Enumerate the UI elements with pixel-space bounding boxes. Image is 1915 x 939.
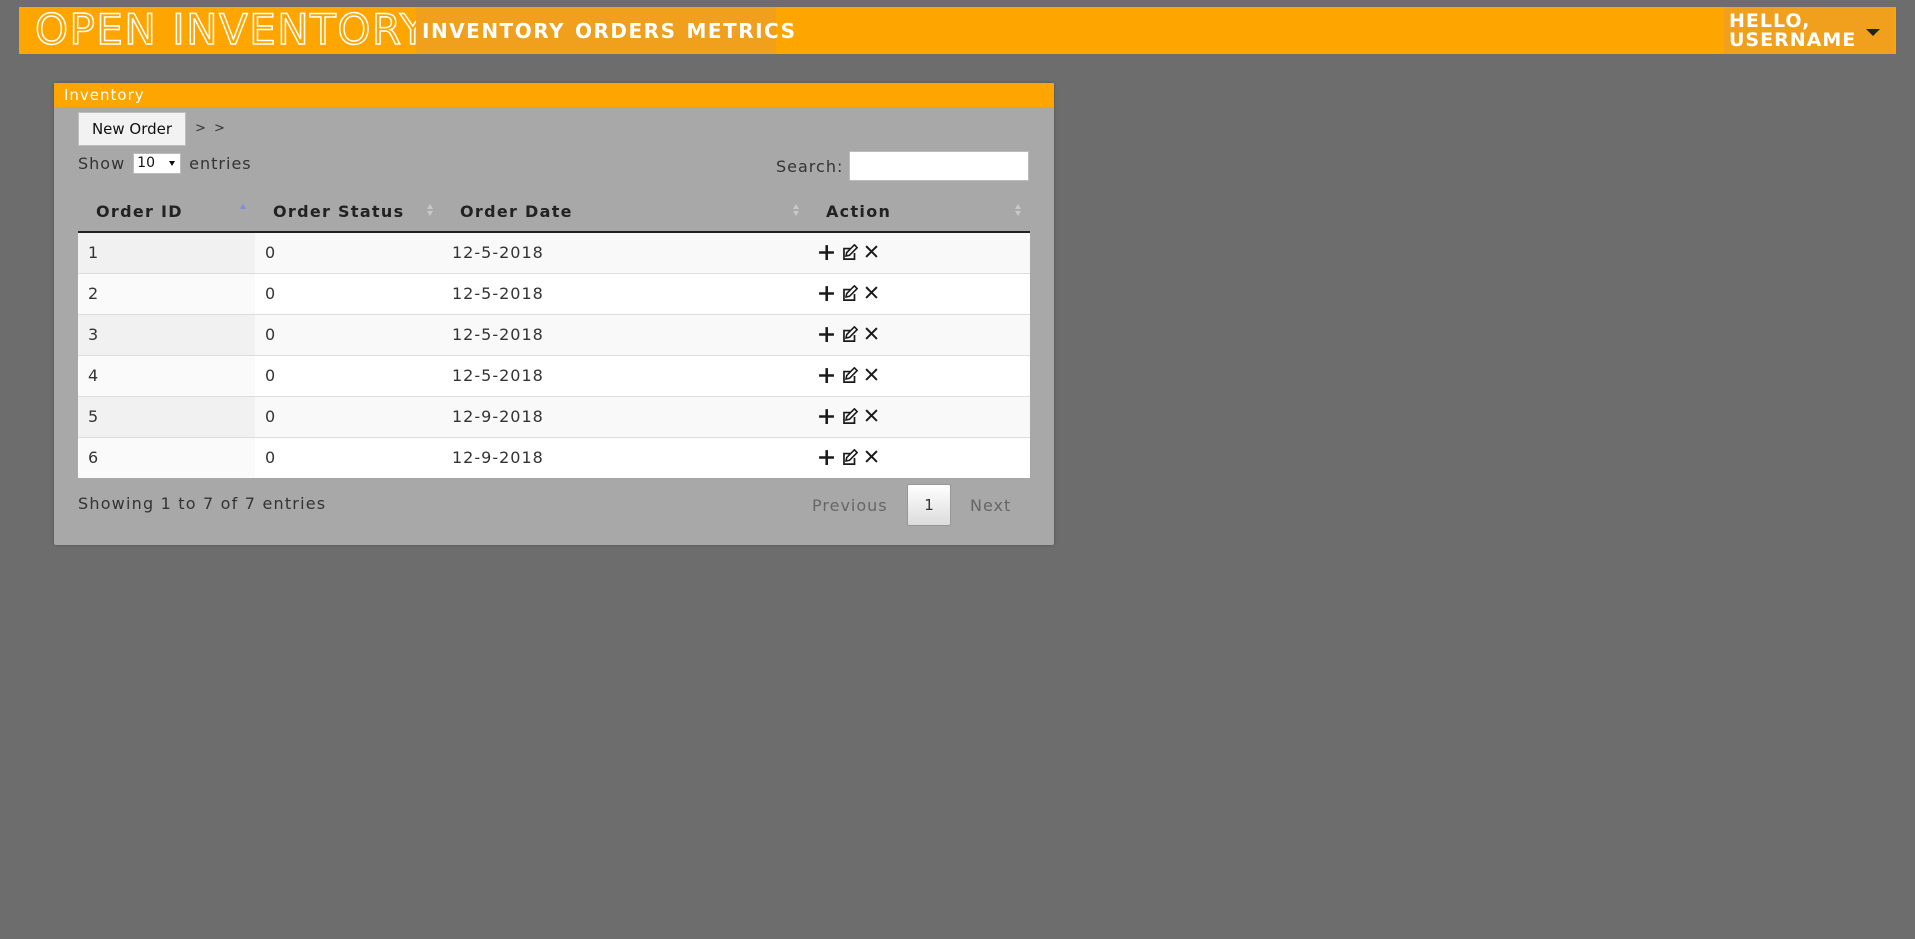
pagination-previous[interactable]: Previous [812,496,888,515]
cell-actions [808,272,1030,314]
cell-order-date: 12-5-2018 [442,313,808,355]
cell-actions [808,395,1030,437]
pagination-next[interactable]: Next [970,496,1011,515]
sort-ascending-icon [240,204,247,218]
column-header-label: Order ID [96,201,183,221]
user-greeting: HELLO, USERNAME [1729,12,1856,50]
close-icon[interactable] [864,449,881,466]
cell-order-date: 12-9-2018 [442,395,808,437]
edit-icon[interactable] [841,407,859,425]
close-icon[interactable] [864,408,881,425]
new-order-button[interactable]: New Order [78,112,186,146]
column-header-label: Order Date [460,201,573,221]
cell-order-date: 12-5-2018 [442,272,808,314]
close-icon[interactable] [864,244,881,261]
table-row: 5 0 12-9-2018 [78,395,1030,437]
column-header-action[interactable]: Action [808,191,1030,233]
select-caret-icon [169,161,176,166]
cell-order-id: 4 [78,354,255,396]
table-info: Showing 1 to 7 of 7 entries [78,494,327,513]
user-menu[interactable]: HELLO, USERNAME [1724,7,1894,54]
sort-icon [793,204,800,218]
panel-title: Inventory [54,83,1054,107]
table-body: 1 0 12-5-2018 2 0 12-5-2018 3 0 12-5-2018 4 0 12-5-… [78,231,1030,478]
sort-icon [427,204,434,218]
entries-label: entries [189,154,252,173]
page-length-control: Show 10 entries [78,153,252,174]
plus-icon[interactable] [818,408,835,425]
page-length-value: 10 [137,155,155,171]
column-header-order-date[interactable]: Order Date [442,191,808,233]
search-input[interactable] [849,151,1029,181]
cell-actions [808,354,1030,396]
close-icon[interactable] [864,367,881,384]
cell-actions [808,231,1030,273]
pagination-page-1[interactable]: 1 [907,484,951,526]
row-actions [818,284,1030,302]
cell-order-status: 0 [255,395,442,437]
cell-order-id: 5 [78,395,255,437]
edit-icon[interactable] [841,325,859,343]
nav-link-orders[interactable]: ORDERS [570,19,681,43]
plus-icon[interactable] [818,449,835,466]
edit-icon[interactable] [841,448,859,466]
show-label: Show [78,154,126,173]
edit-icon[interactable] [841,366,859,384]
inventory-panel: Inventory New Order > > Show 10 entries … [54,83,1054,545]
cell-order-status: 0 [255,313,442,355]
row-actions [818,243,1030,261]
cell-order-id: 3 [78,313,255,355]
plus-icon[interactable] [818,244,835,261]
table-row: 4 0 12-5-2018 [78,354,1030,396]
row-actions [818,366,1030,384]
cell-order-date: 12-9-2018 [442,436,808,478]
breadcrumb-separator: > [214,121,225,136]
top-navbar: OPEN INVENTORY INVENTORY ORDERS METRICS … [19,7,1896,54]
cell-order-id: 6 [78,436,255,478]
cell-order-date: 12-5-2018 [442,354,808,396]
sort-icon [1015,204,1022,218]
search-label: Search: [776,157,844,176]
cell-order-id: 2 [78,272,255,314]
row-actions [818,448,1030,466]
table-row: 6 0 12-9-2018 [78,436,1030,478]
breadcrumb-separator: > [195,121,206,136]
cell-order-status: 0 [255,231,442,273]
column-header-label: Order Status [273,201,405,221]
table-row: 1 0 12-5-2018 [78,231,1030,273]
column-header-order-status[interactable]: Order Status [255,191,442,233]
page-length-select[interactable]: 10 [133,153,182,174]
cell-order-date: 12-5-2018 [442,231,808,273]
user-greeting-line2: USERNAME [1729,29,1857,51]
cell-order-id: 1 [78,231,255,273]
cell-order-status: 0 [255,436,442,478]
cell-actions [808,313,1030,355]
column-header-label: Action [826,201,892,221]
row-actions [818,407,1030,425]
close-icon[interactable] [864,326,881,343]
edit-icon[interactable] [841,284,859,302]
close-icon[interactable] [864,285,881,302]
plus-icon[interactable] [818,367,835,384]
plus-icon[interactable] [818,326,835,343]
orders-table: Order ID Order Status Order Date Action [78,191,1030,478]
nav-link-inventory[interactable]: INVENTORY [416,19,570,43]
cell-order-status: 0 [255,354,442,396]
column-header-order-id[interactable]: Order ID [78,191,255,233]
table-row: 2 0 12-5-2018 [78,272,1030,314]
cell-order-status: 0 [255,272,442,314]
plus-icon[interactable] [818,285,835,302]
row-actions [818,325,1030,343]
table-row: 3 0 12-5-2018 [78,313,1030,355]
edit-icon[interactable] [841,243,859,261]
brand-logo[interactable]: OPEN INVENTORY [34,8,427,52]
nav-links: INVENTORY ORDERS METRICS [416,7,795,54]
table-header-row: Order ID Order Status Order Date Action [78,191,1030,233]
nav-link-metrics[interactable]: METRICS [681,19,801,43]
chevron-down-icon[interactable] [1866,29,1880,36]
cell-actions [808,436,1030,478]
